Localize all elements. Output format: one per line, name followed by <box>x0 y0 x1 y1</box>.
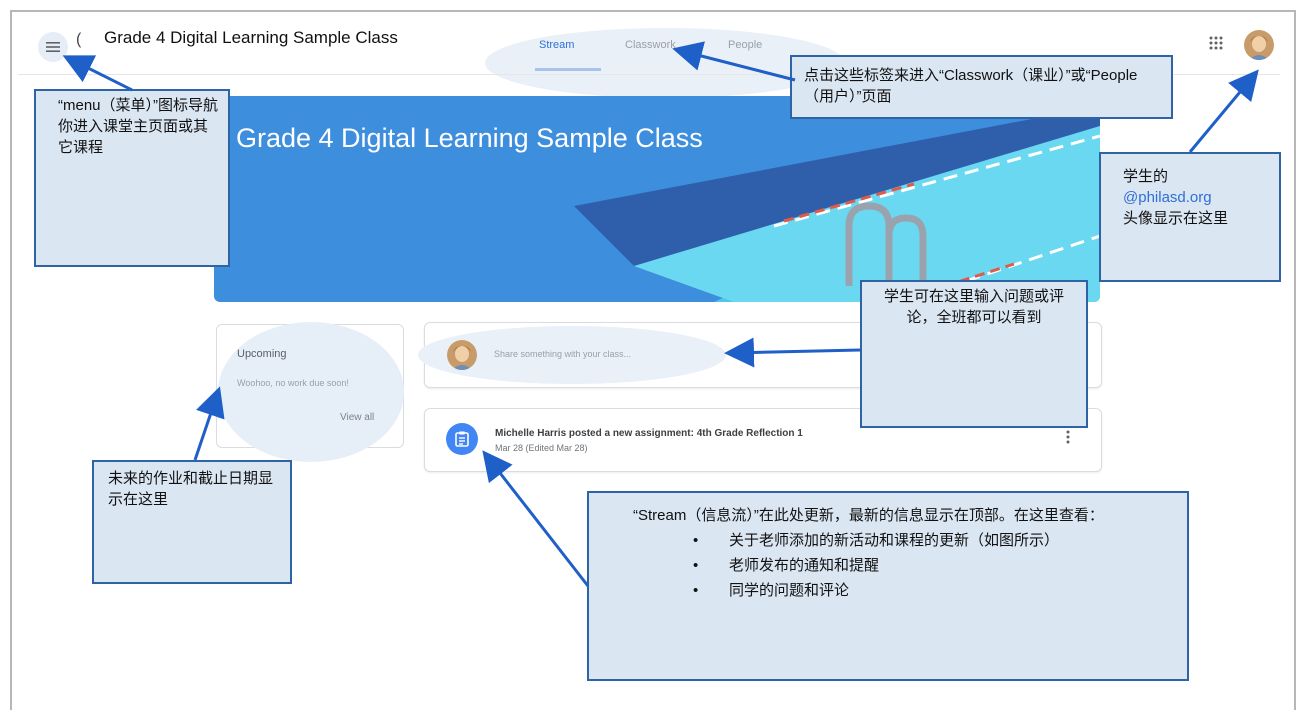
arrow-avatar <box>1188 69 1259 153</box>
arrow-share <box>724 337 861 368</box>
arrow-tabs <box>672 41 796 82</box>
arrow-menu <box>62 55 133 92</box>
arrow-upcoming <box>193 386 225 461</box>
arrow-stream <box>482 450 590 587</box>
annotation-arrows <box>62 41 1259 587</box>
